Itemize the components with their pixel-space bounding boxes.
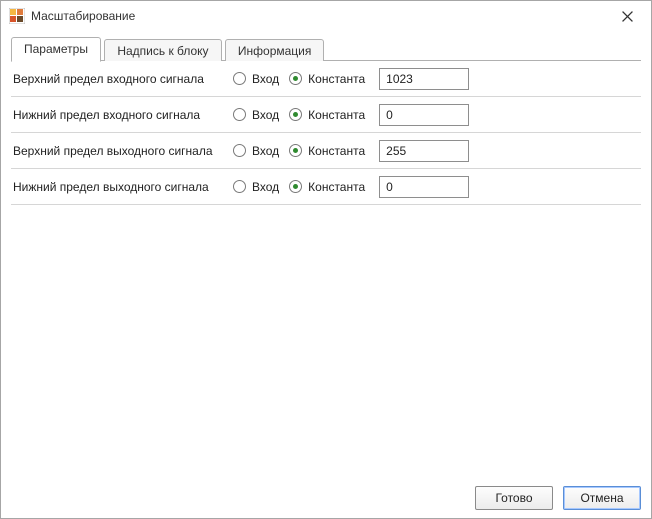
close-icon <box>622 11 633 22</box>
tab-information[interactable]: Информация <box>225 39 324 63</box>
tab-parameters[interactable]: Параметры <box>11 37 101 62</box>
radio-input[interactable] <box>233 108 246 121</box>
app-icon <box>9 8 25 24</box>
cancel-button[interactable]: Отмена <box>563 486 641 510</box>
radio-input[interactable] <box>233 72 246 85</box>
radio-label-input: Вход <box>252 180 279 194</box>
ok-button[interactable]: Готово <box>475 486 553 510</box>
radio-constant[interactable] <box>289 180 302 193</box>
radio-group-input: Вход <box>233 108 279 122</box>
radio-input[interactable] <box>233 180 246 193</box>
dialog-window: Масштабирование Параметры Надпись к блок… <box>0 0 652 519</box>
value-input-upper-out[interactable] <box>379 140 469 162</box>
row-label: Верхний предел выходного сигнала <box>13 144 233 158</box>
radio-group-constant: Константа <box>289 144 365 158</box>
radio-constant[interactable] <box>289 144 302 157</box>
row-label: Нижний предел выходного сигнала <box>13 180 233 194</box>
value-input-lower-out[interactable] <box>379 176 469 198</box>
radio-constant[interactable] <box>289 72 302 85</box>
tabstrip: Параметры Надпись к блоку Информация <box>11 37 641 61</box>
radio-input[interactable] <box>233 144 246 157</box>
row-output-lower: Нижний предел выходного сигнала Вход Кон… <box>11 169 641 205</box>
window-title: Масштабирование <box>31 9 607 23</box>
radio-group-input: Вход <box>233 180 279 194</box>
titlebar: Масштабирование <box>1 1 651 31</box>
radio-group-input: Вход <box>233 72 279 86</box>
radio-label-constant: Константа <box>308 180 365 194</box>
radio-constant[interactable] <box>289 108 302 121</box>
tab-content: Верхний предел входного сигнала Вход Кон… <box>11 61 641 478</box>
radio-label-constant: Константа <box>308 108 365 122</box>
row-input-lower: Нижний предел входного сигнала Вход Конс… <box>11 97 641 133</box>
radio-group-constant: Константа <box>289 180 365 194</box>
radio-label-input: Вход <box>252 144 279 158</box>
row-input-upper: Верхний предел входного сигнала Вход Кон… <box>11 61 641 97</box>
tab-block-label[interactable]: Надпись к блоку <box>104 39 221 63</box>
value-input-upper-in[interactable] <box>379 68 469 90</box>
radio-label-input: Вход <box>252 72 279 86</box>
radio-label-constant: Константа <box>308 72 365 86</box>
radio-label-input: Вход <box>252 108 279 122</box>
value-input-lower-in[interactable] <box>379 104 469 126</box>
radio-group-input: Вход <box>233 144 279 158</box>
radio-label-constant: Константа <box>308 144 365 158</box>
radio-group-constant: Константа <box>289 72 365 86</box>
row-label: Нижний предел входного сигнала <box>13 108 233 122</box>
row-label: Верхний предел входного сигнала <box>13 72 233 86</box>
row-output-upper: Верхний предел выходного сигнала Вход Ко… <box>11 133 641 169</box>
radio-group-constant: Константа <box>289 108 365 122</box>
dialog-footer: Готово Отмена <box>475 486 641 510</box>
close-button[interactable] <box>607 3 647 29</box>
